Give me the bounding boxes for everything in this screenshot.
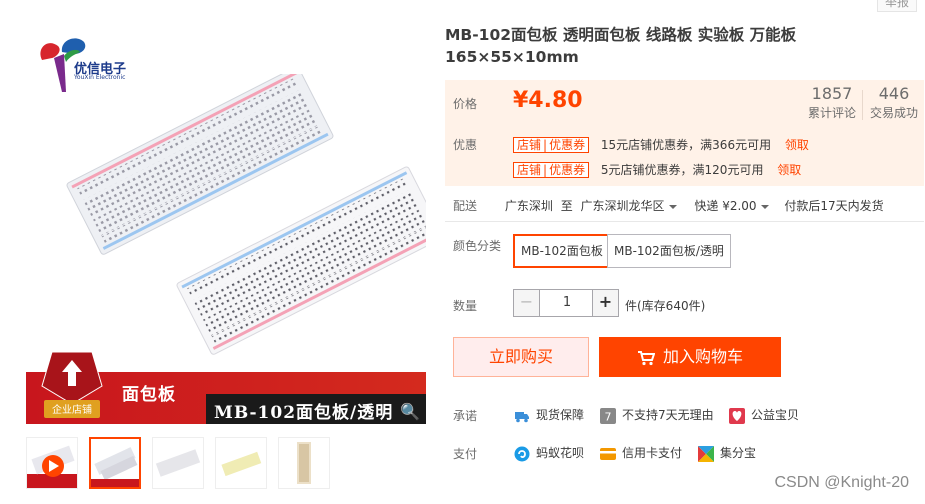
payment-label: 支付 xyxy=(453,447,478,461)
quantity-input[interactable]: 1 xyxy=(541,290,593,316)
stock-text: 件(库存640件) xyxy=(625,299,706,313)
coupon-text: 15元店铺优惠券，满366元可用 xyxy=(600,138,772,152)
chevron-down-icon xyxy=(668,204,677,209)
coupon-tag: 店铺 | 优惠券 xyxy=(513,137,590,153)
charity-heart-icon xyxy=(729,407,745,424)
payment-item[interactable]: 信用卡支付 xyxy=(600,445,682,462)
coupon-claim-link[interactable]: 领取 xyxy=(785,138,809,152)
thumbnail-video[interactable] xyxy=(26,437,78,489)
payment-item[interactable]: 蚂蚁花呗 xyxy=(514,445,584,462)
payment-item[interactable]: 集分宝 xyxy=(698,445,756,462)
thumbnail-4[interactable] xyxy=(278,437,330,489)
promo-banner: 企业店铺 面包板 MB-102面包板/透明 🔍 xyxy=(26,351,426,424)
divider xyxy=(445,221,924,222)
coupon-row: 店铺 | 优惠券 15元店铺优惠券，满366元可用 领取 xyxy=(513,136,809,153)
no-return-7-icon: 7 xyxy=(600,407,616,424)
ship-note: 付款后17天内发货 xyxy=(784,199,884,213)
price-value: ¥4.80 xyxy=(513,88,583,113)
jifenbao-icon xyxy=(698,445,714,462)
enterprise-store-badge: 企业店铺 xyxy=(41,351,103,418)
sales-stat: 446 交易成功 xyxy=(869,84,918,120)
stats: 1857 累计评论 446 交易成功 xyxy=(802,84,924,128)
coupon-text: 5元店铺优惠券，满120元可用 xyxy=(600,163,764,177)
huabei-icon xyxy=(514,446,530,461)
coupon-row: 店铺 | 优惠券 5元店铺优惠券，满120元可用 领取 xyxy=(513,161,801,178)
thumbnail-1[interactable] xyxy=(89,437,141,489)
shipping-row: 配送 广东深圳 至 广东深圳龙华区 快递 ¥2.00 付款后17天内发货 xyxy=(453,199,884,213)
buy-now-button[interactable]: 立即购买 xyxy=(453,337,589,377)
quantity-stepper: − 1 + xyxy=(513,289,619,317)
ship-from: 广东深圳 xyxy=(504,199,553,213)
price-label: 价格 xyxy=(453,97,478,111)
ship-to-select[interactable]: 广东深圳龙华区 xyxy=(581,199,677,213)
thumbnail-2[interactable] xyxy=(152,437,204,489)
add-to-cart-button[interactable]: 加入购物车 xyxy=(599,337,781,377)
quantity-label: 数量 xyxy=(453,299,478,313)
chevron-down-icon xyxy=(760,204,769,209)
service-item[interactable]: 公益宝贝 xyxy=(729,407,799,424)
csdn-watermark: CSDN @Knight-20 xyxy=(774,474,909,491)
truck-icon xyxy=(515,411,529,422)
thumbnail-3[interactable] xyxy=(215,437,267,489)
credit-card-icon xyxy=(600,447,616,460)
banner-subtitle: MB-102面包板/透明 xyxy=(214,403,394,423)
coupon-label: 优惠 xyxy=(453,138,478,152)
enterprise-store-label: 企业店铺 xyxy=(52,403,92,416)
breadboard-photo xyxy=(66,74,426,355)
zoom-icon[interactable]: 🔍 xyxy=(400,402,420,421)
service-item[interactable]: 7 不支持7天无理由 xyxy=(600,407,714,424)
coupon-claim-link[interactable]: 领取 xyxy=(777,163,801,177)
product-title: MB-102面包板 透明面包板 线路板 实验板 万能板 165×55×10mm xyxy=(445,26,797,66)
reviews-stat[interactable]: 1857 累计评论 xyxy=(802,84,862,121)
quantity-decrease-button[interactable]: − xyxy=(514,290,540,316)
color-label: 颜色分类 xyxy=(453,239,502,253)
svg-text:7: 7 xyxy=(605,410,612,423)
report-link[interactable]: 举报 xyxy=(877,0,917,12)
color-option[interactable]: MB-102面包板/透明 xyxy=(607,234,731,268)
product-main-image[interactable]: 优信电子 YouXin Electronic 企业店铺 面包板 MB-102面包… xyxy=(26,14,426,424)
coupon-tag: 店铺 | 优惠券 xyxy=(513,162,590,178)
service-item[interactable]: 现货保障 xyxy=(514,407,584,424)
services-label: 承诺 xyxy=(453,409,478,423)
cart-icon xyxy=(637,350,656,365)
color-option-selected[interactable]: MB-102面包板 xyxy=(513,234,611,268)
price-panel: 价格 ¥4.80 1857 累计评论 446 交易成功 优惠 店铺 | 优惠券 15… xyxy=(445,80,924,186)
banner-title: 面包板 xyxy=(122,385,176,405)
ship-method-select[interactable]: 快递 ¥2.00 xyxy=(694,199,769,213)
thumbnail-strip xyxy=(26,437,346,493)
quantity-increase-button[interactable]: + xyxy=(592,290,618,316)
